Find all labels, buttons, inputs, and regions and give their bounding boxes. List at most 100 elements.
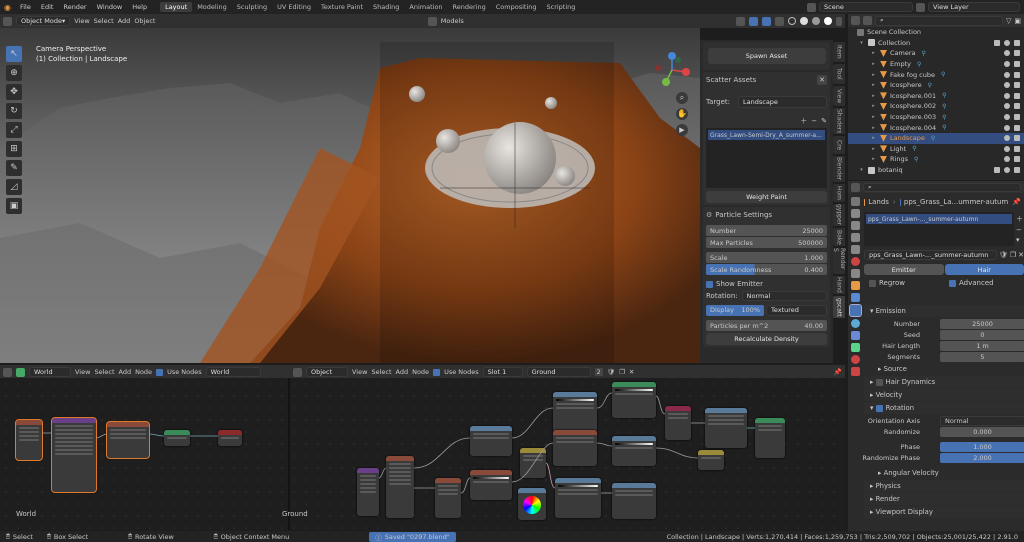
constraints-tab-icon[interactable] bbox=[850, 331, 860, 340]
source-subpanel-header[interactable]: ▸ Source bbox=[864, 363, 1024, 375]
spawn-asset-button[interactable]: Spawn Asset bbox=[707, 48, 826, 64]
camera-render-icon[interactable] bbox=[1014, 39, 1020, 46]
node-menu-view-left[interactable]: View bbox=[75, 368, 90, 376]
edit-system-icon[interactable]: ✎ bbox=[821, 117, 827, 125]
particle-settings-selector[interactable]: pps_Grass_Lawn-..._summer-autumn bbox=[864, 250, 997, 260]
camera-render-icon[interactable] bbox=[1014, 145, 1020, 152]
ground-node-16[interactable] bbox=[705, 408, 747, 448]
eye-icon[interactable] bbox=[1004, 156, 1010, 163]
ground-color-wheel-node[interactable] bbox=[518, 488, 546, 520]
gizmo-toggle-icon[interactable] bbox=[749, 16, 759, 26]
ground-node-17[interactable] bbox=[755, 418, 785, 458]
outliner-row[interactable]: ▸ Fake fog cube ⚲ bbox=[848, 69, 1024, 80]
advanced-checkbox[interactable] bbox=[949, 279, 956, 287]
ground-node-2[interactable] bbox=[386, 456, 414, 518]
visibility-toggles[interactable] bbox=[1004, 156, 1020, 163]
tab-layout[interactable]: Layout bbox=[160, 2, 193, 12]
menu-view[interactable]: View bbox=[74, 17, 89, 25]
ground-node-10[interactable] bbox=[555, 478, 601, 518]
tab-scripting[interactable]: Scripting bbox=[542, 2, 581, 12]
expand-arrow-icon[interactable]: ▸ bbox=[870, 50, 877, 56]
viewport-display-panel-header[interactable]: ▸ Viewport Display bbox=[864, 506, 1024, 518]
visibility-toggles[interactable] bbox=[1004, 103, 1020, 110]
eye-icon[interactable] bbox=[1004, 61, 1010, 68]
world-node-texture[interactable] bbox=[15, 419, 43, 461]
tab-view[interactable]: View bbox=[833, 86, 845, 106]
transform-tool-icon[interactable]: ⊞ bbox=[6, 141, 22, 157]
texture-tab-icon[interactable] bbox=[850, 367, 860, 376]
visibility-toggles[interactable] bbox=[1004, 61, 1020, 68]
remove-ps-icon[interactable]: − bbox=[1016, 226, 1024, 234]
outliner-row[interactable]: ▸ Icosphere.002 ⚲ bbox=[848, 101, 1024, 112]
ground-node-12[interactable] bbox=[612, 436, 656, 466]
settings-fake-user-icon[interactable]: 🛡 bbox=[999, 251, 1008, 259]
expand-arrow-icon[interactable]: ▸ bbox=[870, 61, 877, 67]
add-cube-tool-icon[interactable]: ▣ bbox=[6, 198, 22, 214]
eye-icon[interactable] bbox=[1004, 145, 1010, 152]
blender-logo-icon[interactable]: ◉ bbox=[0, 3, 15, 12]
regrow-checkbox[interactable] bbox=[869, 279, 876, 287]
tool-tab-icon[interactable] bbox=[850, 197, 860, 206]
emitter-toggle[interactable]: Emitter bbox=[864, 264, 944, 275]
outliner-row[interactable]: ▸ Light ⚲ bbox=[848, 144, 1024, 155]
rotation-dropdown[interactable]: Normal bbox=[741, 291, 827, 301]
ground-node-4[interactable] bbox=[470, 426, 512, 456]
color-wheel-icon[interactable] bbox=[523, 496, 541, 514]
particle-systems-list-item[interactable]: pps_Grass_Lawn-..._summer-autumn bbox=[866, 214, 1012, 224]
target-field[interactable]: Landscape bbox=[738, 96, 827, 108]
physics-tab-icon[interactable] bbox=[850, 319, 860, 328]
camera-render-icon[interactable] bbox=[1014, 167, 1020, 174]
visibility-toggles[interactable] bbox=[1004, 145, 1020, 152]
tab-sculpting[interactable]: Sculpting bbox=[232, 2, 272, 12]
hair-dynamics-panel-header[interactable]: ▸ Hair Dynamics bbox=[864, 376, 1024, 388]
add-system-icon[interactable]: ＋ bbox=[800, 116, 807, 126]
fake-user-icon[interactable]: 🛡 bbox=[607, 368, 615, 376]
menu-object[interactable]: Object bbox=[134, 17, 155, 25]
render-panel-header[interactable]: ▸ Render bbox=[864, 493, 1024, 505]
shading-options-icon[interactable] bbox=[836, 16, 843, 26]
scale-tool-icon[interactable]: ⤢ bbox=[6, 122, 22, 138]
tab-uv-editing[interactable]: UV Editing bbox=[272, 2, 316, 12]
shading-solid-icon[interactable] bbox=[800, 17, 809, 25]
segments-field[interactable]: 5 bbox=[940, 351, 1024, 362]
menu-window[interactable]: Window bbox=[92, 3, 128, 11]
view-layer-tab-icon[interactable] bbox=[850, 233, 860, 242]
tab-cre[interactable]: Cre bbox=[833, 136, 845, 154]
camera-render-icon[interactable] bbox=[1014, 103, 1020, 110]
world-node-environment[interactable] bbox=[106, 421, 150, 459]
expand-arrow-icon[interactable]: ▸ bbox=[870, 114, 877, 120]
tab-item[interactable]: Item bbox=[833, 42, 845, 62]
tab-blender[interactable]: Blender bbox=[833, 156, 845, 182]
ground-node-1[interactable] bbox=[357, 468, 379, 516]
camera-render-icon[interactable] bbox=[1014, 124, 1020, 131]
select-tool-icon[interactable]: ↖ bbox=[6, 46, 22, 62]
outliner-filter-icon[interactable] bbox=[863, 16, 872, 25]
models-menu[interactable]: Models bbox=[441, 17, 464, 25]
ground-node-5[interactable] bbox=[470, 470, 512, 500]
menu-help[interactable]: Help bbox=[127, 3, 152, 11]
material-users-count[interactable]: 2 bbox=[594, 368, 603, 376]
world-node-output[interactable] bbox=[218, 430, 242, 446]
ground-node-15[interactable] bbox=[698, 450, 724, 470]
node-menu-add-right[interactable]: Add bbox=[396, 368, 409, 376]
camera-render-icon[interactable] bbox=[1014, 114, 1020, 121]
world-node-background[interactable] bbox=[164, 430, 190, 446]
ground-node-8[interactable] bbox=[553, 392, 597, 432]
material-tab-icon[interactable] bbox=[850, 355, 860, 364]
phase-field[interactable]: 1.000 bbox=[940, 441, 1024, 452]
hair-toggle[interactable]: Hair bbox=[944, 264, 1024, 275]
expand-arrow-icon[interactable]: ▸ bbox=[870, 93, 877, 99]
close-icon[interactable]: ✕ bbox=[817, 75, 827, 85]
scene-selector[interactable]: Scene bbox=[819, 2, 913, 12]
menu-add[interactable]: Add bbox=[118, 17, 131, 25]
eye-icon[interactable] bbox=[1004, 167, 1010, 174]
tab-shading[interactable]: Shading bbox=[368, 2, 404, 12]
use-nodes-checkbox-right[interactable] bbox=[433, 368, 441, 376]
add-ps-icon[interactable]: ＋ bbox=[1016, 214, 1024, 224]
view-layer-selector[interactable]: View Layer bbox=[928, 2, 1020, 12]
outliner-row[interactable]: ▸ Camera ⚲ bbox=[848, 48, 1024, 59]
3d-viewport[interactable]: Camera Perspective (1) Collection | Land… bbox=[0, 28, 700, 363]
camera-render-icon[interactable] bbox=[1014, 61, 1020, 68]
outliner-row[interactable]: ▸ Icosphere.001 ⚲ bbox=[848, 91, 1024, 102]
shading-wireframe-icon[interactable] bbox=[788, 17, 797, 25]
